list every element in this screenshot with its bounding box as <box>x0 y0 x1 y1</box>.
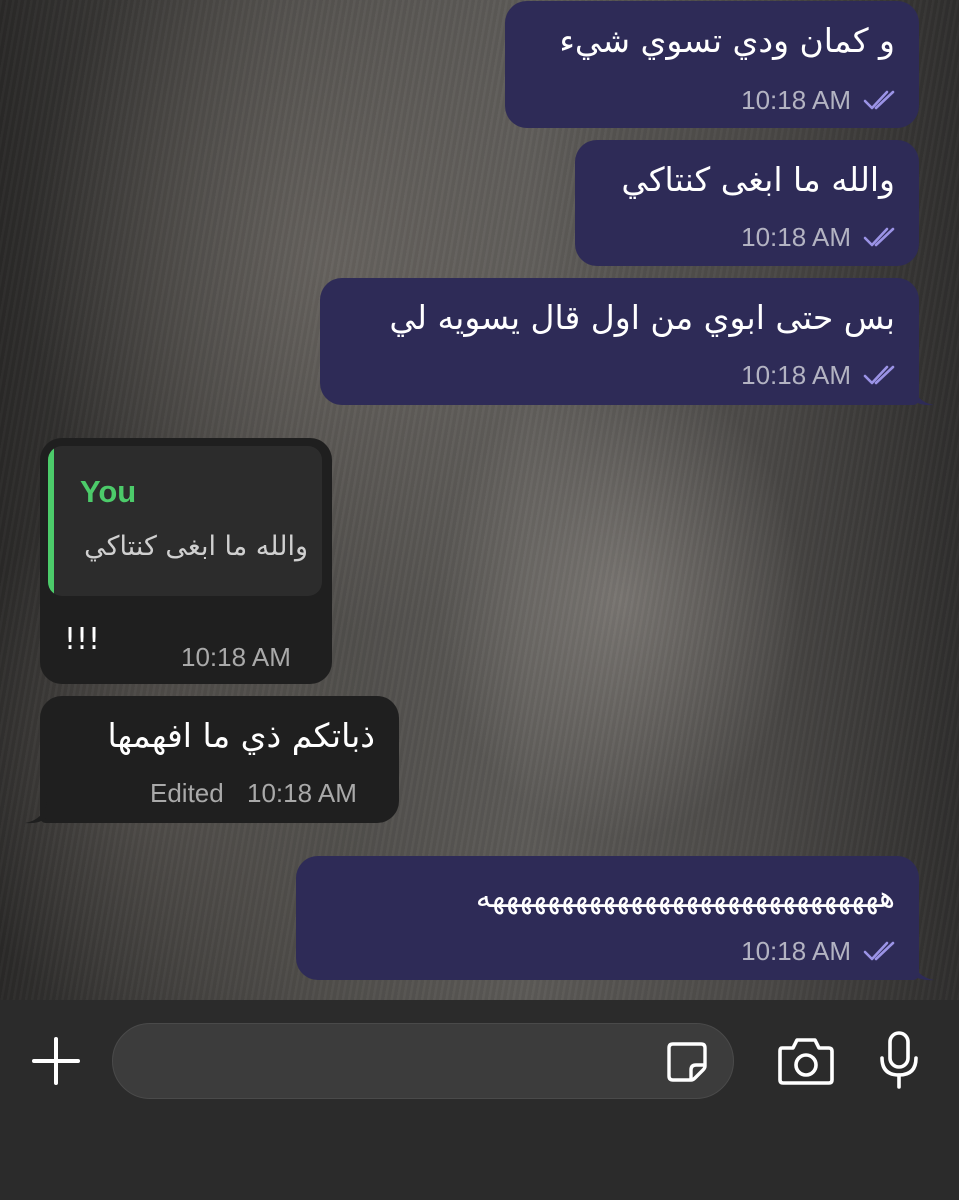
message-time: 10:18 AM <box>741 85 851 115</box>
message-time: 10:18 AM <box>741 936 851 966</box>
reply-accent-bar <box>48 446 54 596</box>
outgoing-message[interactable]: و كمان ودي تسوي شيء 10:18 AM <box>505 1 919 128</box>
message-input[interactable] <box>141 1042 645 1084</box>
read-ticks-icon <box>863 941 895 961</box>
camera-icon[interactable] <box>776 1034 836 1088</box>
message-time: 10:18 AM <box>741 360 851 390</box>
bubble-tail <box>912 959 934 981</box>
reply-author: You <box>80 474 137 509</box>
message-text: ذباتكم ذي ما افهمها <box>107 716 375 755</box>
outgoing-message[interactable]: هههههههههههههههههههههههههههههه 10:18 AM <box>296 856 919 980</box>
edited-label: Edited <box>150 778 224 808</box>
message-time: 10:18 AM <box>247 778 357 808</box>
reply-text: والله ما ابغى كنتاكي <box>84 531 308 562</box>
bubble-tail <box>912 384 934 406</box>
plus-icon[interactable] <box>30 1035 82 1087</box>
message-text: و كمان ودي تسوي شيء <box>559 21 895 60</box>
message-time: 10:18 AM <box>181 642 291 672</box>
message-text: !!! <box>64 622 101 657</box>
reply-quote[interactable]: You والله ما ابغى كنتاكي <box>48 446 322 596</box>
microphone-icon[interactable] <box>874 1030 924 1090</box>
message-text: والله ما ابغى كنتاكي <box>621 160 895 199</box>
read-ticks-icon <box>863 90 895 110</box>
message-input-container[interactable] <box>112 1023 734 1099</box>
bubble-tail <box>25 802 47 824</box>
outgoing-message[interactable]: بس حتى ابوي من اول قال يسويه لي 10:18 AM <box>320 278 919 405</box>
message-time: 10:18 AM <box>741 222 851 252</box>
message-text: بس حتى ابوي من اول قال يسويه لي <box>389 298 895 337</box>
incoming-message[interactable]: ذباتكم ذي ما افهمها Edited 10:18 AM <box>40 696 399 823</box>
read-ticks-icon <box>863 365 895 385</box>
sticker-icon[interactable] <box>663 1038 711 1086</box>
read-ticks-icon <box>863 227 895 247</box>
outgoing-message[interactable]: والله ما ابغى كنتاكي 10:18 AM <box>575 140 919 266</box>
message-text: هههههههههههههههههههههههههههههه <box>475 880 895 915</box>
